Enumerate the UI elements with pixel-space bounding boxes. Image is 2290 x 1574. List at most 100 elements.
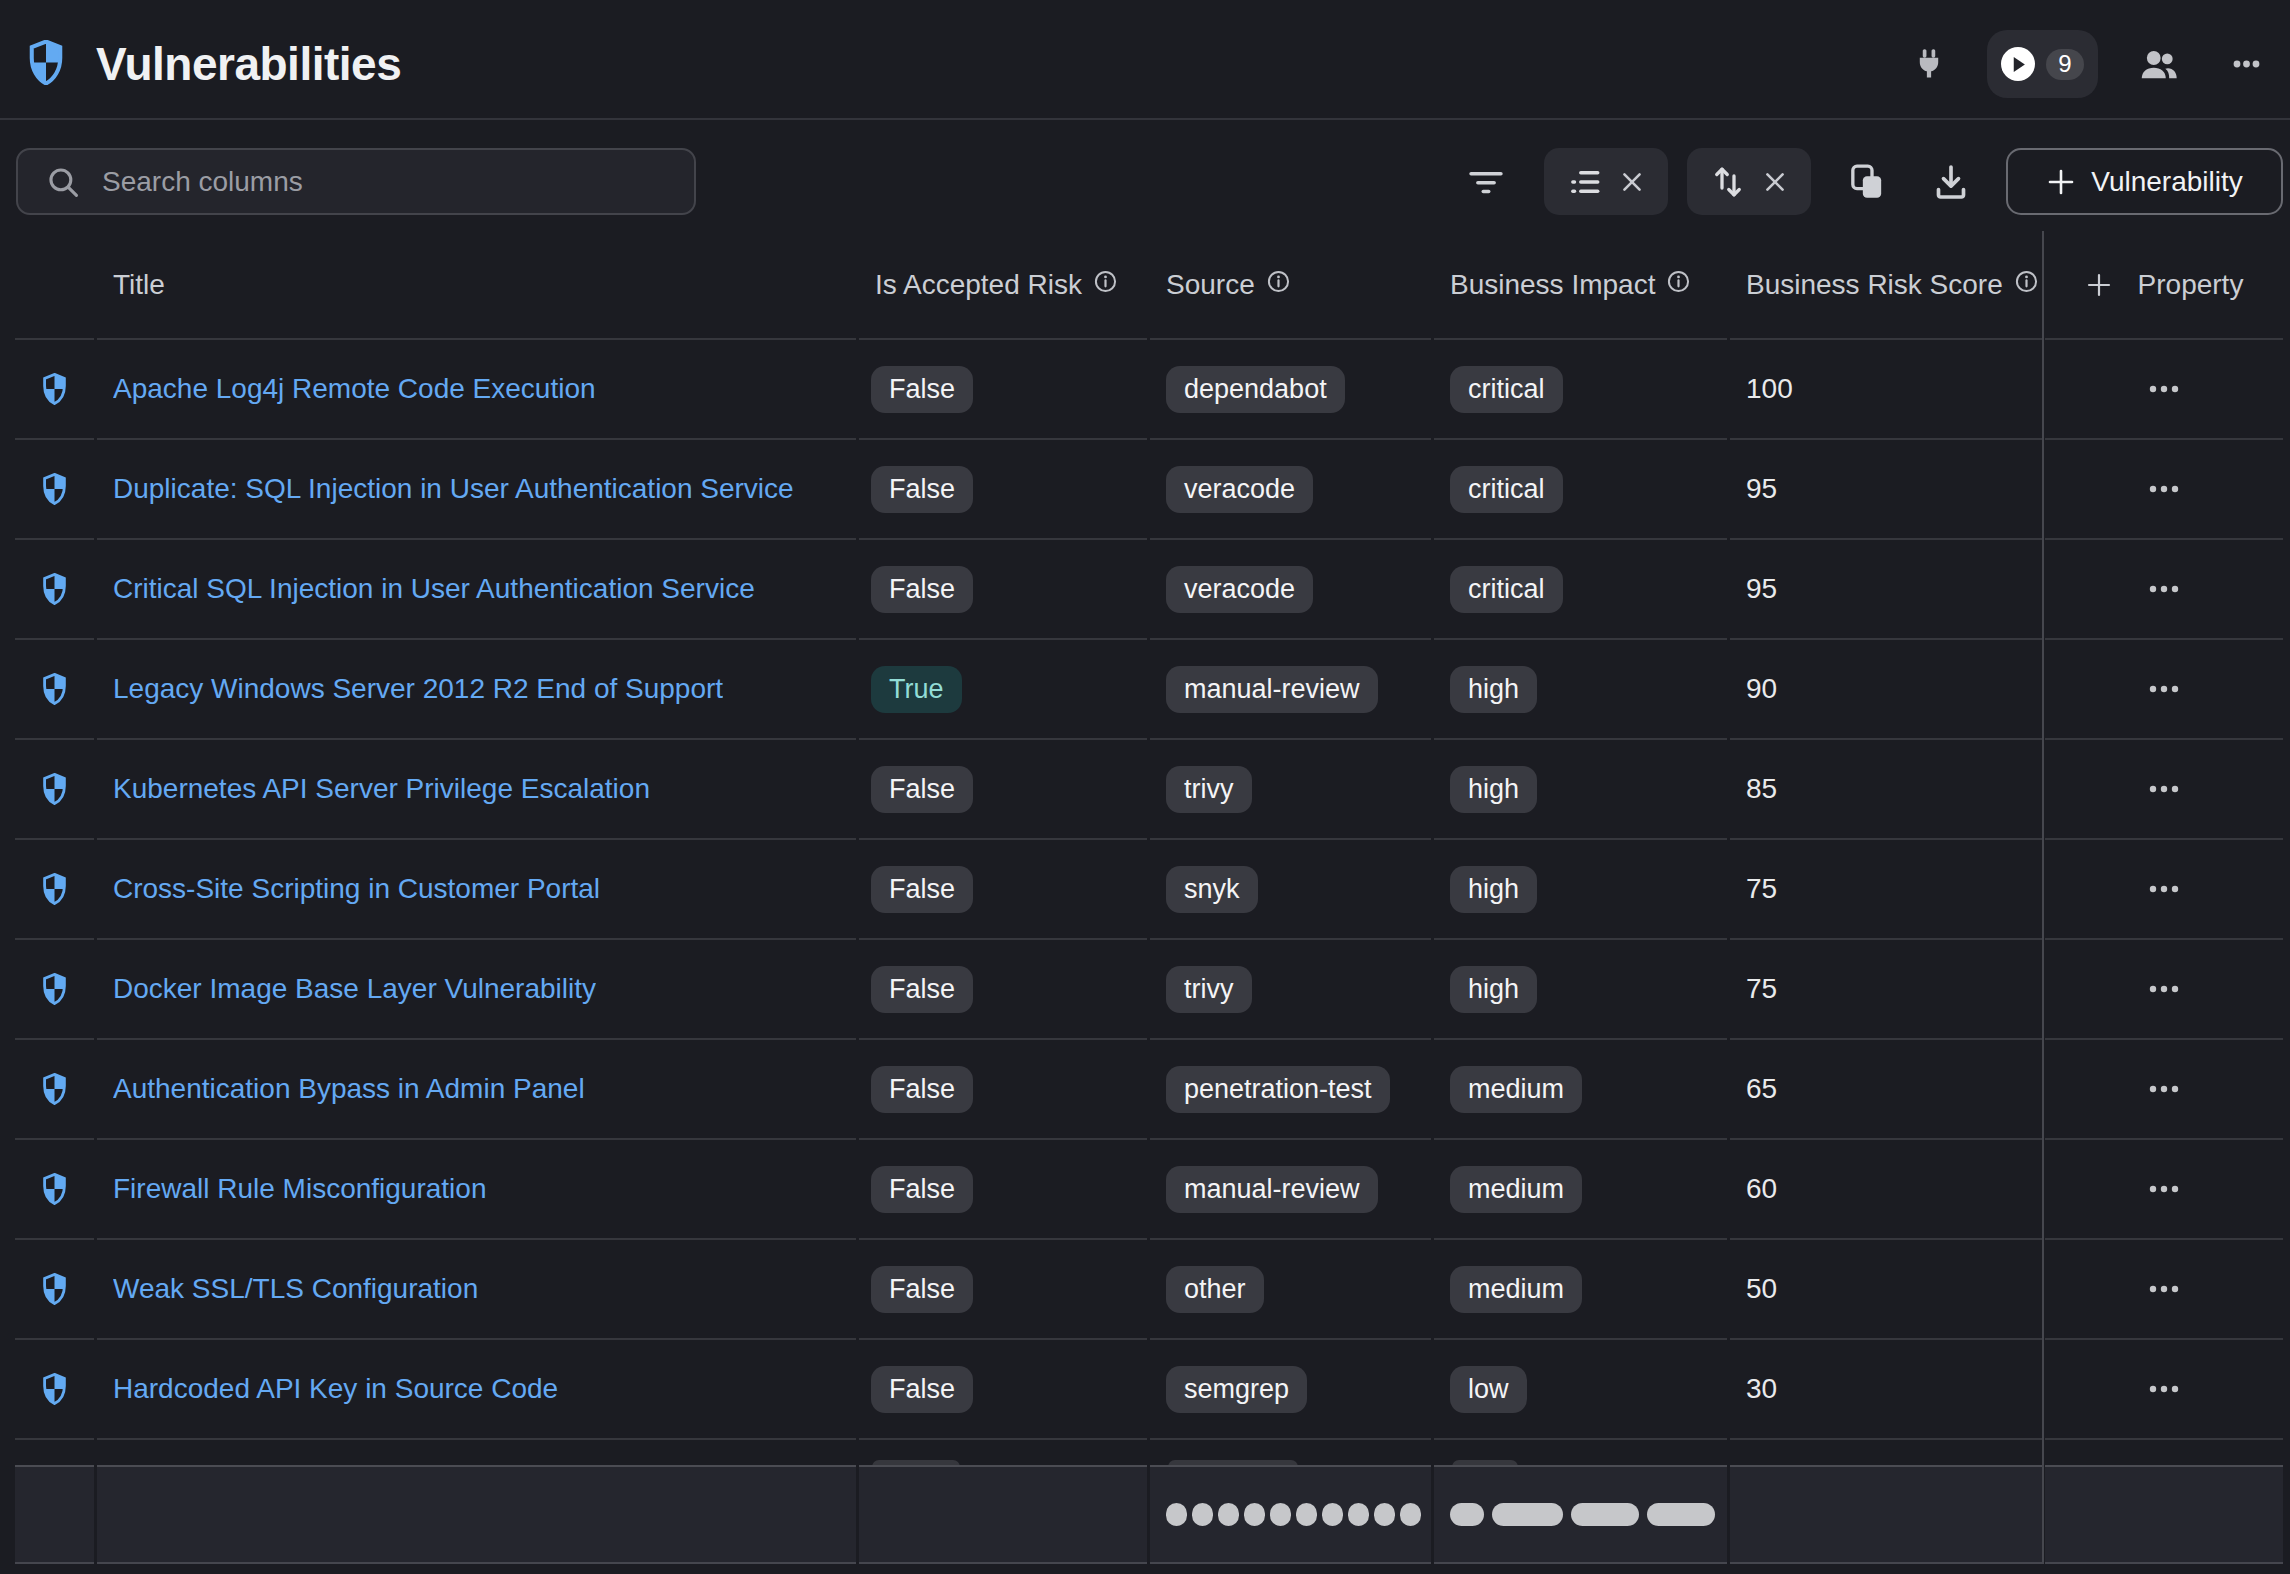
row-actions-button[interactable] xyxy=(2149,584,2179,594)
row-actions-button[interactable] xyxy=(2149,984,2179,994)
ellipsis-icon xyxy=(2149,1284,2179,1294)
vulnerability-title-link[interactable]: Firewall Rule Misconfiguration xyxy=(113,1173,486,1205)
view-options-control xyxy=(1544,148,1668,215)
row-actions-button[interactable] xyxy=(2149,1384,2179,1394)
row-actions-button[interactable] xyxy=(2149,1284,2179,1294)
risk-score-value: 95 xyxy=(1730,540,2042,640)
sort-arrows-icon xyxy=(1710,164,1746,200)
pagination-dot xyxy=(1270,1503,1291,1526)
x-icon xyxy=(1619,169,1645,195)
impact-badge: high xyxy=(1450,966,1537,1013)
risk-score-value: 30 xyxy=(1730,1340,2042,1440)
source-badge: penetration-test xyxy=(1166,1066,1390,1113)
copy-icon xyxy=(1847,162,1887,202)
sort-control xyxy=(1687,148,1811,215)
vulnerabilities-app: Vulnerabilities 9 xyxy=(0,0,2290,1574)
search-columns-input[interactable] xyxy=(102,166,662,198)
vulnerability-title-link[interactable]: Cross-Site Scripting in Customer Portal xyxy=(113,873,600,905)
row-shield-icon xyxy=(15,540,94,640)
accepted-risk-badge: False xyxy=(871,366,973,413)
table-row: Duplicate: SQL Injection in User Authent… xyxy=(0,440,2290,540)
row-actions-button[interactable] xyxy=(2149,1084,2179,1094)
vulnerability-title-link[interactable]: Critical SQL Injection in User Authentic… xyxy=(113,573,755,605)
column-header-accepted-risk[interactable]: Is Accepted Risk xyxy=(859,231,1147,340)
list-view-button[interactable] xyxy=(1567,165,1603,199)
add-vulnerability-button[interactable]: Vulnerability xyxy=(2006,148,2283,215)
sort-button[interactable] xyxy=(1710,164,1746,200)
ellipsis-icon xyxy=(2149,384,2179,394)
runs-count-badge: 9 xyxy=(2046,49,2084,80)
clear-view-button[interactable] xyxy=(1619,169,1645,195)
accepted-risk-badge: False xyxy=(871,1266,973,1313)
users-button[interactable] xyxy=(2138,46,2180,82)
plus-icon xyxy=(2085,271,2113,299)
table-header-row: Title Is Accepted Risk Source Business I… xyxy=(0,231,2290,340)
runs-button[interactable]: 9 xyxy=(1987,30,2098,98)
filter-button[interactable] xyxy=(1467,165,1505,199)
column-header-business-impact[interactable]: Business Impact xyxy=(1434,231,1727,340)
row-actions-button[interactable] xyxy=(2149,884,2179,894)
risk-score-value: 75 xyxy=(1730,840,2042,940)
vulnerability-title-link[interactable]: Apache Log4j Remote Code Execution xyxy=(113,373,596,405)
vulnerability-title-link[interactable]: Weak SSL/TLS Configuration xyxy=(113,1273,478,1305)
source-badge: manual-review xyxy=(1166,666,1378,713)
row-actions-button[interactable] xyxy=(2149,1184,2179,1194)
row-actions-button[interactable] xyxy=(2149,384,2179,394)
accepted-risk-badge: False xyxy=(871,766,973,813)
copy-button[interactable] xyxy=(1847,162,1887,202)
list-icon xyxy=(1567,165,1603,199)
impact-badge: critical xyxy=(1450,366,1563,413)
vulnerability-title-link[interactable]: Authentication Bypass in Admin Panel xyxy=(113,1073,585,1105)
pagination-dot xyxy=(1296,1503,1317,1526)
accepted-risk-badge: False xyxy=(871,1366,973,1413)
pagination-dots xyxy=(1150,1465,1431,1564)
ellipsis-icon xyxy=(2149,784,2179,794)
column-header-source[interactable]: Source xyxy=(1150,231,1431,340)
pagination-dot xyxy=(1348,1503,1369,1526)
table-row: Authentication Bypass in Admin Panel Fal… xyxy=(0,1040,2290,1140)
vulnerability-title-link[interactable]: Duplicate: SQL Injection in User Authent… xyxy=(113,473,794,505)
skeleton-pill xyxy=(1450,1503,1484,1526)
row-actions-button[interactable] xyxy=(2149,684,2179,694)
row-shield-icon xyxy=(15,740,94,840)
info-icon xyxy=(2014,269,2039,301)
table-row: Cross-Site Scripting in Customer Portal … xyxy=(0,840,2290,940)
filter-icon xyxy=(1467,165,1505,199)
row-actions-button[interactable] xyxy=(2149,484,2179,494)
column-header-title[interactable]: Title xyxy=(97,231,856,340)
impact-badge: critical xyxy=(1450,566,1563,613)
info-icon xyxy=(1093,269,1118,301)
download-button[interactable] xyxy=(1931,162,1971,202)
skeleton-pill xyxy=(1571,1503,1639,1526)
source-badge: dependabot xyxy=(1166,366,1345,413)
pagination-dot xyxy=(1374,1503,1395,1526)
vulnerability-title-link[interactable]: Hardcoded API Key in Source Code xyxy=(113,1373,558,1405)
pagination-dot xyxy=(1322,1503,1343,1526)
risk-score-value: 65 xyxy=(1730,1040,2042,1140)
play-icon xyxy=(2001,47,2035,81)
table-row: Kubernetes API Server Privilege Escalati… xyxy=(0,740,2290,840)
more-options-button[interactable] xyxy=(2233,59,2260,69)
ellipsis-icon xyxy=(2149,884,2179,894)
integrations-button[interactable] xyxy=(1912,47,1946,81)
accepted-risk-badge: False xyxy=(871,866,973,913)
source-badge: snyk xyxy=(1166,866,1258,913)
risk-score-value: 90 xyxy=(1730,640,2042,740)
column-header-business-risk-score[interactable]: Business Risk Score xyxy=(1730,231,2042,340)
search-columns-box[interactable] xyxy=(16,148,696,215)
accepted-risk-badge: True xyxy=(871,666,962,713)
impact-badge: critical xyxy=(1450,466,1563,513)
vulnerability-title-link[interactable]: Kubernetes API Server Privilege Escalati… xyxy=(113,773,650,805)
add-property-column-button[interactable]: Property xyxy=(2045,231,2283,340)
pagination-footer xyxy=(15,1465,2283,1564)
skeleton-pill xyxy=(1492,1503,1563,1526)
risk-score-value: 75 xyxy=(1730,940,2042,1040)
ellipsis-icon xyxy=(2149,984,2179,994)
ellipsis-icon xyxy=(2149,584,2179,594)
row-actions-button[interactable] xyxy=(2149,784,2179,794)
table-row: Apache Log4j Remote Code Execution False… xyxy=(0,340,2290,440)
clear-sort-button[interactable] xyxy=(1762,169,1788,195)
vulnerability-title-link[interactable]: Legacy Windows Server 2012 R2 End of Sup… xyxy=(113,673,723,705)
risk-score-value: 50 xyxy=(1730,1240,2042,1340)
vulnerability-title-link[interactable]: Docker Image Base Layer Vulnerability xyxy=(113,973,596,1005)
